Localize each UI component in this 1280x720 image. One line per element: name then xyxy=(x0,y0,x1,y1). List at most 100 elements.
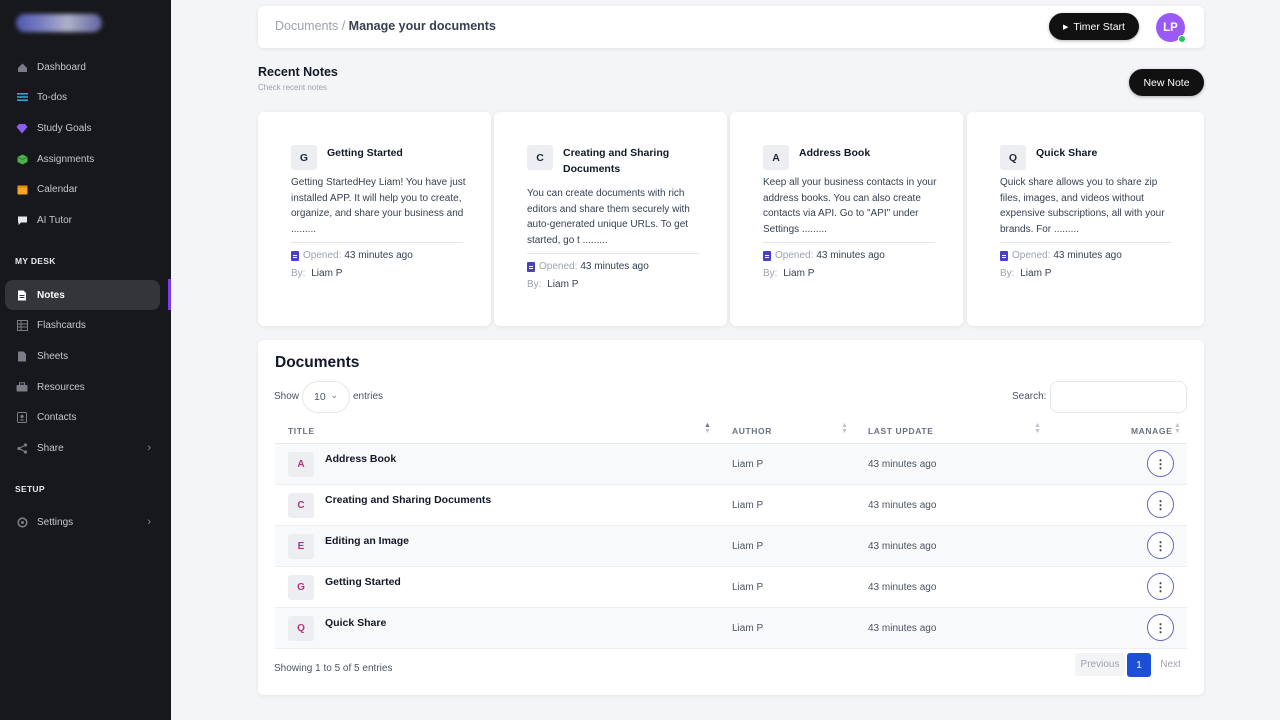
recent-notes-subtitle: Check recent notes xyxy=(258,83,327,92)
sidebar-item-contacts[interactable]: Contacts xyxy=(0,402,171,432)
sidebar-item-label: Study Goals xyxy=(37,122,92,134)
table-row[interactable]: E Editing an Image Liam P 43 minutes ago… xyxy=(275,526,1187,567)
note-letter-badge: C xyxy=(527,145,553,170)
note-opened: Opened: 43 minutes ago xyxy=(1000,250,1122,261)
sidebar-item-study-goals[interactable]: Study Goals xyxy=(0,113,171,143)
divider xyxy=(527,253,699,254)
section-my-desk: MY DESK xyxy=(15,256,56,266)
sidebar-item-ai-tutor[interactable]: AI Tutor xyxy=(0,205,171,235)
row-title[interactable]: Editing an Image xyxy=(325,535,409,547)
column-header-title[interactable]: TITLE xyxy=(288,426,315,436)
more-options-button[interactable]: ⋮ xyxy=(1147,491,1174,518)
document-icon xyxy=(1000,250,1008,261)
page-title: Manage your documents xyxy=(348,19,496,33)
table-row[interactable]: G Getting Started Liam P 43 minutes ago … xyxy=(275,567,1187,608)
recent-notes-title: Recent Notes xyxy=(258,65,338,79)
more-options-button[interactable]: ⋮ xyxy=(1147,532,1174,559)
opened-time: 43 minutes ago xyxy=(580,261,649,272)
sidebar-item-label: Resources xyxy=(37,381,85,393)
sidebar-item-label: Notes xyxy=(37,289,65,301)
avatar[interactable]: LP xyxy=(1156,13,1186,43)
pagination-page-1[interactable]: 1 xyxy=(1127,653,1151,677)
breadcrumb-parent[interactable]: Documents / xyxy=(275,19,345,33)
sidebar-item-notes[interactable]: Notes xyxy=(5,280,160,310)
row-last-update: 43 minutes ago xyxy=(868,500,937,511)
flashcards-icon xyxy=(16,319,28,331)
entries-value: 10 xyxy=(314,391,326,403)
chevron-down-icon: ⌄ xyxy=(330,390,338,400)
sidebar-item-todos[interactable]: To-dos xyxy=(0,82,171,112)
chevron-right-icon: › xyxy=(147,516,151,528)
row-title[interactable]: Creating and Sharing Documents xyxy=(325,494,491,506)
row-title[interactable]: Quick Share xyxy=(325,617,386,629)
sidebar-item-flashcards[interactable]: Flashcards xyxy=(0,310,171,340)
document-icon xyxy=(291,250,299,261)
column-header-author[interactable]: AUTHOR xyxy=(732,426,772,436)
search-input[interactable] xyxy=(1050,381,1187,413)
sidebar-item-settings[interactable]: Settings › xyxy=(0,507,171,537)
note-card[interactable]: G Getting Started Getting StartedHey Lia… xyxy=(258,112,491,326)
sidebar-item-calendar[interactable]: Calendar xyxy=(0,174,171,204)
row-title[interactable]: Address Book xyxy=(325,453,396,465)
chevron-right-icon: › xyxy=(147,442,151,454)
sidebar-item-resources[interactable]: Resources xyxy=(0,372,171,402)
sidebar-item-label: Share xyxy=(37,442,64,454)
sidebar-item-label: Sheets xyxy=(37,350,69,362)
by-label: By: xyxy=(1000,268,1015,279)
entries-per-page-select[interactable]: 10 ⌄ xyxy=(302,381,350,413)
app-logo[interactable] xyxy=(16,14,102,32)
document-icon xyxy=(527,261,535,272)
row-title[interactable]: Getting Started xyxy=(325,576,401,588)
table-row[interactable]: Q Quick Share Liam P 43 minutes ago ⋮ xyxy=(275,608,1187,649)
list-icon xyxy=(16,91,28,103)
sidebar-item-label: To-dos xyxy=(37,91,68,103)
kebab-menu-icon: ⋮ xyxy=(1154,620,1167,635)
dashboard-icon xyxy=(16,61,28,73)
divider xyxy=(291,242,463,243)
more-options-button[interactable]: ⋮ xyxy=(1147,614,1174,641)
sidebar-item-label: AI Tutor xyxy=(37,214,73,226)
sidebar-item-dashboard[interactable]: Dashboard xyxy=(0,52,171,82)
pagination-previous-button[interactable]: Previous xyxy=(1075,653,1125,676)
sidebar-item-share[interactable]: Share › xyxy=(0,433,171,463)
row-author: Liam P xyxy=(732,623,764,634)
note-card[interactable]: A Address Book Keep all your business co… xyxy=(730,112,963,326)
sidebar-item-label: Contacts xyxy=(37,411,77,423)
row-last-update: 43 minutes ago xyxy=(868,582,937,593)
note-title[interactable]: Address Book xyxy=(799,146,949,162)
note-card[interactable]: C Creating and Sharing Documents You can… xyxy=(494,112,727,326)
note-title[interactable]: Getting Started xyxy=(327,146,477,162)
top-bar: Documents / Manage your documents ▶ Time… xyxy=(258,6,1204,48)
note-title[interactable]: Creating and Sharing Documents xyxy=(563,146,693,177)
note-letter-badge: Q xyxy=(1000,145,1026,170)
sidebar-item-sheets[interactable]: Sheets xyxy=(0,341,171,371)
sort-icon: ▲ ▼ xyxy=(1034,422,1041,435)
note-title[interactable]: Quick Share xyxy=(1036,146,1186,162)
sidebar-item-label: Assignments xyxy=(37,153,95,165)
timer-start-button[interactable]: ▶ Timer Start xyxy=(1049,13,1139,40)
pagination-next-button[interactable]: Next xyxy=(1154,653,1187,676)
note-excerpt: Keep all your business contacts in your … xyxy=(763,177,937,235)
avatar-initials: LP xyxy=(1163,21,1178,34)
table-info: Showing 1 to 5 of 5 entries xyxy=(274,663,393,674)
breadcrumb: Documents / Manage your documents xyxy=(275,19,496,33)
more-options-button[interactable]: ⋮ xyxy=(1147,450,1174,477)
note-card[interactable]: Q Quick Share Quick share allows you to … xyxy=(967,112,1204,326)
row-letter-badge: G xyxy=(288,575,314,600)
note-excerpt: Getting StartedHey Liam! You have just i… xyxy=(291,177,466,235)
sort-ascending-icon: ▲ ▼ xyxy=(704,422,711,435)
section-setup: SETUP xyxy=(15,484,45,494)
sidebar-item-label: Settings xyxy=(37,516,74,528)
table-row[interactable]: A Address Book Liam P 43 minutes ago ⋮ xyxy=(275,444,1187,485)
column-header-last-update[interactable]: LAST UPDATE xyxy=(868,426,933,436)
sidebar-item-assignments[interactable]: Assignments xyxy=(0,144,171,174)
table-row[interactable]: C Creating and Sharing Documents Liam P … xyxy=(275,485,1187,526)
row-letter-badge: E xyxy=(288,534,314,559)
kebab-menu-icon: ⋮ xyxy=(1154,538,1167,553)
opened-label: Opened: xyxy=(775,250,814,261)
more-options-button[interactable]: ⋮ xyxy=(1147,573,1174,600)
documents-title: Documents xyxy=(275,354,360,371)
note-author: By: Liam P xyxy=(763,268,814,279)
new-note-button[interactable]: New Note xyxy=(1129,69,1204,96)
note-author: By: Liam P xyxy=(527,279,578,290)
